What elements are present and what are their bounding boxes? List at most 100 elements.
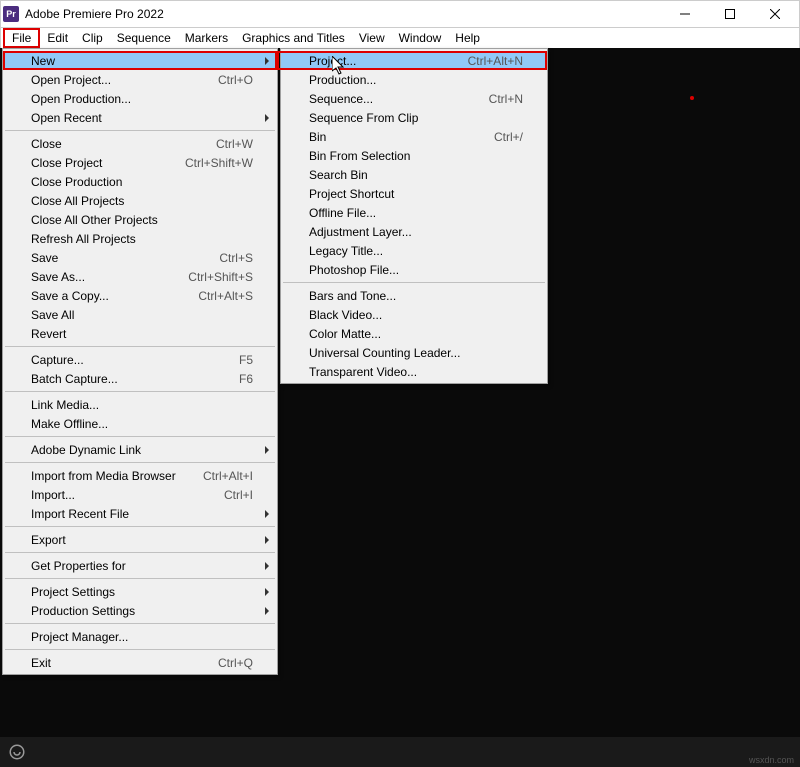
shortcut-label: Ctrl+Alt+I: [203, 469, 253, 483]
new-bars-tone[interactable]: Bars and Tone...: [281, 286, 547, 305]
file-save-copy[interactable]: Save a Copy...Ctrl+Alt+S: [3, 286, 277, 305]
new-legacy-title[interactable]: Legacy Title...: [281, 241, 547, 260]
file-refresh-all[interactable]: Refresh All Projects: [3, 229, 277, 248]
menu-clip[interactable]: Clip: [75, 30, 110, 46]
statusbar: [0, 737, 800, 767]
new-adjustment-layer[interactable]: Adjustment Layer...: [281, 222, 547, 241]
file-exit[interactable]: ExitCtrl+Q: [3, 653, 277, 672]
file-batch-capture[interactable]: Batch Capture...F6: [3, 369, 277, 388]
shortcut-label: Ctrl+S: [219, 251, 253, 265]
menu-window[interactable]: Window: [392, 30, 449, 46]
menu-separator: [5, 436, 275, 437]
menu-separator: [5, 462, 275, 463]
menu-separator: [5, 623, 275, 624]
new-bin[interactable]: BinCtrl+/: [281, 127, 547, 146]
file-import[interactable]: Import...Ctrl+I: [3, 485, 277, 504]
menu-item-label: Black Video...: [309, 308, 523, 322]
new-project-shortcut[interactable]: Project Shortcut: [281, 184, 547, 203]
menu-item-label: Color Matte...: [309, 327, 523, 341]
menu-item-label: Export: [31, 533, 253, 547]
menu-separator: [5, 649, 275, 650]
file-link-media[interactable]: Link Media...: [3, 395, 277, 414]
menu-item-label: Revert: [31, 327, 253, 341]
menu-item-label: Import from Media Browser: [31, 469, 203, 483]
creative-cloud-icon: [8, 743, 26, 761]
menu-item-label: Sequence From Clip: [309, 111, 523, 125]
new-production[interactable]: Production...: [281, 70, 547, 89]
menu-item-label: Refresh All Projects: [31, 232, 253, 246]
file-open-project[interactable]: Open Project...Ctrl+O: [3, 70, 277, 89]
close-button[interactable]: [752, 0, 797, 28]
shortcut-label: Ctrl+Alt+S: [198, 289, 253, 303]
menu-help[interactable]: Help: [448, 30, 487, 46]
file-save[interactable]: SaveCtrl+S: [3, 248, 277, 267]
menu-item-label: Project Settings: [31, 585, 253, 599]
file-close[interactable]: CloseCtrl+W: [3, 134, 277, 153]
menu-item-label: Adjustment Layer...: [309, 225, 523, 239]
menu-separator: [5, 130, 275, 131]
menu-item-label: Import Recent File: [31, 507, 253, 521]
file-new[interactable]: New: [3, 51, 277, 70]
file-menu-dropdown: New Open Project...Ctrl+OOpen Production.…: [2, 48, 278, 675]
new-counting-leader[interactable]: Universal Counting Leader...: [281, 343, 547, 362]
maximize-button[interactable]: [707, 0, 752, 28]
new-bin-from-selection[interactable]: Bin From Selection: [281, 146, 547, 165]
new-transparent-video[interactable]: Transparent Video...: [281, 362, 547, 381]
file-save-as[interactable]: Save As...Ctrl+Shift+S: [3, 267, 277, 286]
menu-edit[interactable]: Edit: [40, 30, 75, 46]
file-save-all[interactable]: Save All: [3, 305, 277, 324]
menu-item-label: Make Offline...: [31, 417, 253, 431]
new-sequence-from-clip[interactable]: Sequence From Clip: [281, 108, 547, 127]
menu-item-label: Import...: [31, 488, 224, 502]
menu-item-label: Save All: [31, 308, 253, 322]
new-project[interactable]: Project...Ctrl+Alt+N: [281, 51, 547, 70]
menu-item-label: Adobe Dynamic Link: [31, 443, 253, 457]
shortcut-label: Ctrl+Shift+W: [185, 156, 253, 170]
menu-item-label: Bin From Selection: [309, 149, 523, 163]
file-export[interactable]: Export: [3, 530, 277, 549]
new-color-matte[interactable]: Color Matte...: [281, 324, 547, 343]
menu-item-label: Close All Projects: [31, 194, 253, 208]
new-sequence[interactable]: Sequence...Ctrl+N: [281, 89, 547, 108]
menu-file[interactable]: File: [3, 28, 40, 48]
file-close-all-projects[interactable]: Close All Projects: [3, 191, 277, 210]
new-offline-file[interactable]: Offline File...: [281, 203, 547, 222]
menu-item-label: Close: [31, 137, 216, 151]
new-submenu-dropdown: Project...Ctrl+Alt+NProduction...Sequenc…: [280, 48, 548, 384]
menu-separator: [283, 282, 545, 283]
file-import-media-browser[interactable]: Import from Media BrowserCtrl+Alt+I: [3, 466, 277, 485]
menu-separator: [5, 578, 275, 579]
file-close-project[interactable]: Close ProjectCtrl+Shift+W: [3, 153, 277, 172]
titlebar: Pr Adobe Premiere Pro 2022: [0, 0, 800, 28]
file-close-production[interactable]: Close Production: [3, 172, 277, 191]
menu-graphics-and-titles[interactable]: Graphics and Titles: [235, 30, 352, 46]
menu-sequence[interactable]: Sequence: [110, 30, 178, 46]
minimize-button[interactable]: [662, 0, 707, 28]
menu-item-label: Capture...: [31, 353, 239, 367]
file-open-production[interactable]: Open Production...: [3, 89, 277, 108]
file-project-settings[interactable]: Project Settings: [3, 582, 277, 601]
watermark: wsxdn.com: [749, 755, 794, 765]
file-dynamic-link[interactable]: Adobe Dynamic Link: [3, 440, 277, 459]
menu-item-label: Universal Counting Leader...: [309, 346, 523, 360]
menu-markers[interactable]: Markers: [178, 30, 235, 46]
file-capture[interactable]: Capture...F5: [3, 350, 277, 369]
menu-item-label: Transparent Video...: [309, 365, 523, 379]
menu-separator: [5, 526, 275, 527]
file-production-settings[interactable]: Production Settings: [3, 601, 277, 620]
menu-item-label: New: [31, 54, 253, 68]
new-black-video[interactable]: Black Video...: [281, 305, 547, 324]
menu-item-label: Get Properties for: [31, 559, 253, 573]
new-search-bin[interactable]: Search Bin: [281, 165, 547, 184]
menu-view[interactable]: View: [352, 30, 392, 46]
new-photoshop-file[interactable]: Photoshop File...: [281, 260, 547, 279]
file-get-properties[interactable]: Get Properties for: [3, 556, 277, 575]
file-make-offline[interactable]: Make Offline...: [3, 414, 277, 433]
file-revert[interactable]: Revert: [3, 324, 277, 343]
file-import-recent[interactable]: Import Recent File: [3, 504, 277, 523]
file-project-manager[interactable]: Project Manager...: [3, 627, 277, 646]
menu-item-label: Exit: [31, 656, 218, 670]
menu-separator: [5, 552, 275, 553]
file-close-all-other[interactable]: Close All Other Projects: [3, 210, 277, 229]
file-open-recent[interactable]: Open Recent: [3, 108, 277, 127]
